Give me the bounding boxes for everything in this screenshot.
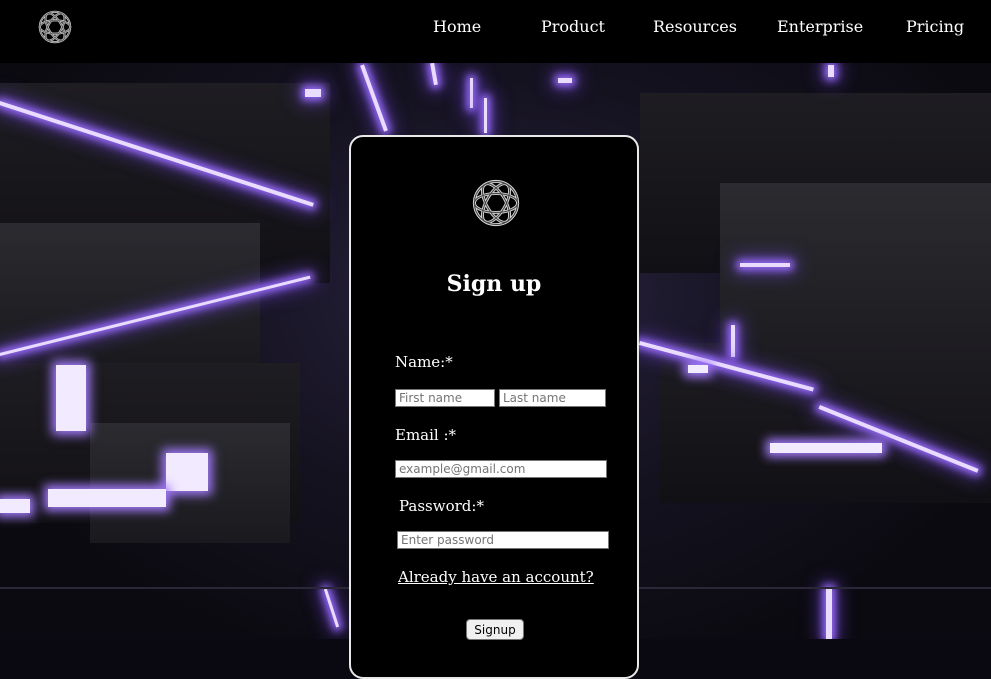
first-name-input[interactable] bbox=[395, 389, 495, 407]
nav-link-product[interactable]: Product bbox=[541, 17, 605, 36]
password-label: Password:* bbox=[399, 497, 484, 515]
password-input[interactable] bbox=[397, 531, 609, 549]
signup-button[interactable]: Signup bbox=[466, 619, 524, 640]
name-label: Name:* bbox=[395, 353, 453, 371]
top-nav: Home Product Resources Enterprise Pricin… bbox=[0, 0, 991, 63]
signup-card: Sign up Name:* Email :* Password:* Alrea… bbox=[349, 135, 639, 679]
last-name-input[interactable] bbox=[499, 389, 606, 407]
login-link[interactable]: Already have an account? bbox=[398, 568, 594, 586]
email-input[interactable] bbox=[395, 460, 607, 478]
knot-logo-icon[interactable] bbox=[36, 8, 74, 46]
page-title: Sign up bbox=[446, 271, 542, 297]
nav-link-enterprise[interactable]: Enterprise bbox=[777, 17, 863, 36]
email-label: Email :* bbox=[395, 426, 457, 444]
nav-link-resources[interactable]: Resources bbox=[653, 17, 737, 36]
nav-link-home[interactable]: Home bbox=[433, 17, 481, 36]
knot-logo-icon bbox=[472, 179, 520, 227]
nav-link-pricing[interactable]: Pricing bbox=[906, 17, 964, 36]
